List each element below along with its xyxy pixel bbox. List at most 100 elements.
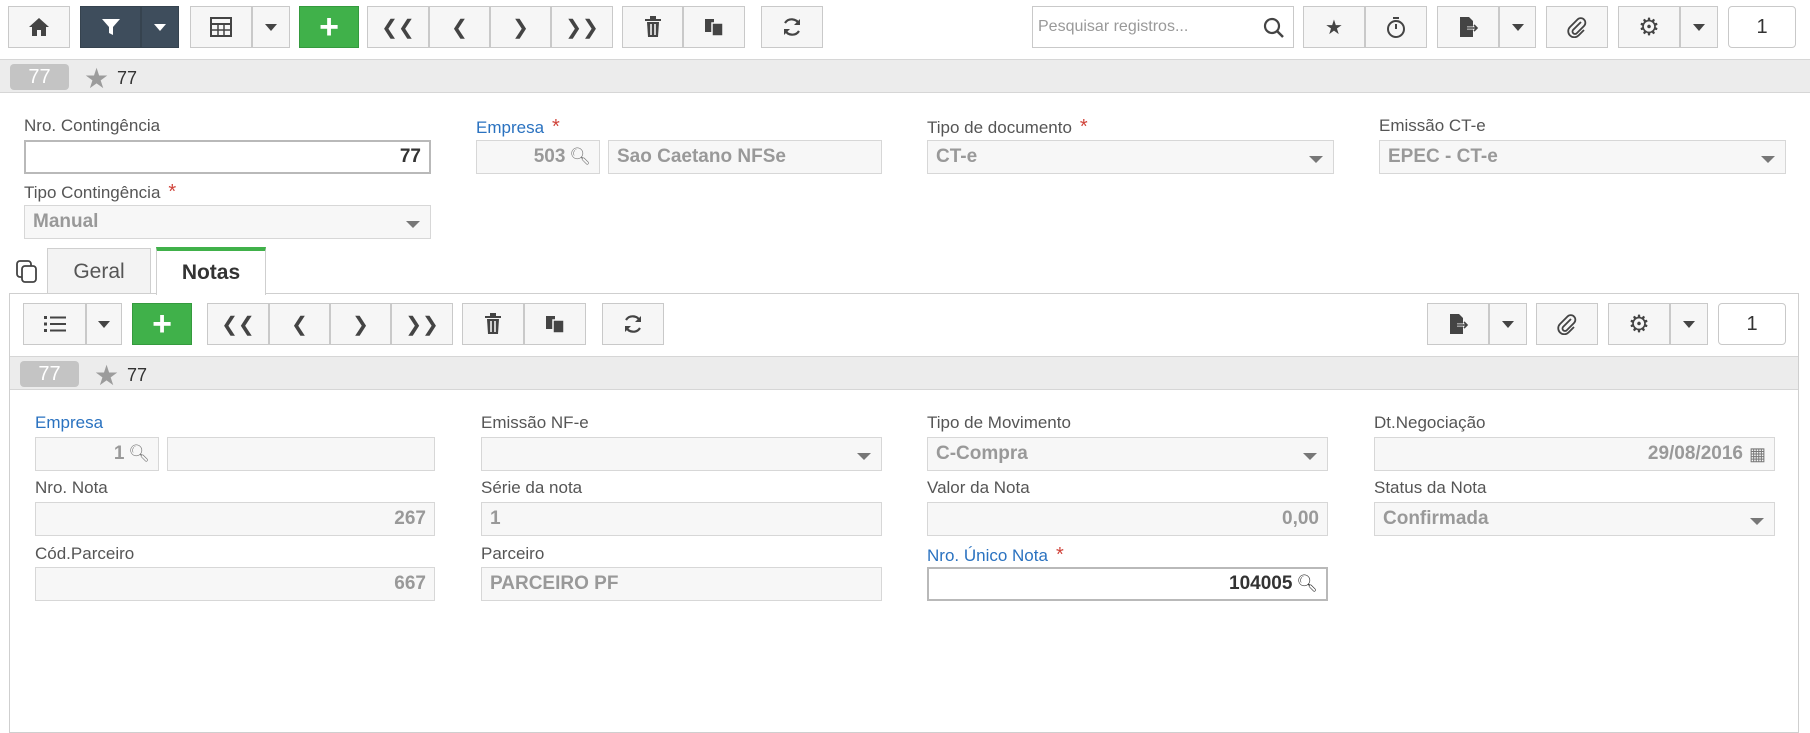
empresa-name-field: Sao Caetano NFSe bbox=[608, 140, 882, 174]
sub-previous-record-button[interactable]: ❮ bbox=[269, 303, 330, 345]
copy-icon bbox=[705, 19, 724, 37]
delete-button[interactable] bbox=[622, 6, 683, 48]
tab-notas[interactable]: Notas bbox=[156, 247, 266, 295]
sub-settings-button[interactable]: ⚙ bbox=[1608, 303, 1670, 345]
notas-empresa-name-field bbox=[167, 437, 435, 471]
tipo-documento-select[interactable]: CT-e bbox=[927, 140, 1334, 174]
timer-button[interactable] bbox=[1365, 6, 1427, 48]
cod-parceiro-label: Cód.Parceiro bbox=[35, 544, 135, 563]
serie-nota-input[interactable]: 1 bbox=[481, 502, 882, 536]
sub-duplicate-button[interactable] bbox=[524, 303, 586, 345]
notas-empresa-code-input[interactable]: 1 🔍︎ bbox=[35, 437, 159, 471]
search-input[interactable]: Pesquisar registros... bbox=[1032, 6, 1294, 48]
paperclip-icon bbox=[1557, 314, 1577, 335]
home-button[interactable] bbox=[8, 6, 70, 48]
attachment-button[interactable] bbox=[1546, 6, 1608, 48]
next-record-button[interactable]: ❯ bbox=[490, 6, 551, 48]
plus-icon: + bbox=[319, 7, 339, 46]
sub-settings-dropdown-button[interactable] bbox=[1670, 303, 1708, 345]
valor-nota-input[interactable]: 0,00 bbox=[927, 502, 1328, 536]
sub-last-record-button[interactable]: ❯❯ bbox=[391, 303, 453, 345]
favorite-button[interactable]: ★ bbox=[1303, 6, 1365, 48]
tab-geral[interactable]: Geral bbox=[47, 248, 151, 294]
sub-attachment-button[interactable] bbox=[1536, 303, 1598, 345]
sub-add-button[interactable]: + bbox=[132, 303, 192, 345]
table-icon bbox=[210, 17, 232, 37]
nro-unico-nota-label[interactable]: Nro. Único Nota * bbox=[927, 544, 1064, 567]
grid-view-button[interactable] bbox=[190, 6, 252, 48]
trash-icon bbox=[644, 16, 661, 37]
sub-refresh-button[interactable] bbox=[602, 303, 664, 345]
record-title: 77 bbox=[117, 68, 138, 88]
copy-tabs-icon[interactable] bbox=[16, 260, 38, 284]
emissao-cte-select[interactable]: EPEC - CT-e bbox=[1379, 140, 1786, 174]
nro-contingencia-input[interactable]: 77 bbox=[24, 140, 431, 174]
nro-unico-nota-input[interactable]: 104005 🔍︎ bbox=[927, 567, 1328, 601]
duplicate-button[interactable] bbox=[683, 6, 745, 48]
tipo-documento-label: Tipo de documento * bbox=[927, 116, 1088, 138]
page-number-indicator[interactable]: 1 bbox=[1728, 6, 1796, 48]
previous-record-button[interactable]: ❮ bbox=[429, 6, 490, 48]
favorite-star-icon[interactable]: ★ bbox=[84, 62, 109, 95]
grid-view-dropdown-button[interactable] bbox=[252, 6, 290, 48]
sub-record-title: 77 bbox=[127, 365, 148, 385]
dt-negociacao-input[interactable]: 29/08/2016 ▦ bbox=[1374, 437, 1775, 471]
search-icon[interactable]: 🔍︎ bbox=[569, 147, 591, 167]
parceiro-field: PARCEIRO PF bbox=[481, 567, 882, 601]
refresh-button[interactable] bbox=[761, 6, 823, 48]
search-icon[interactable]: 🔍︎ bbox=[1296, 574, 1318, 594]
sub-delete-button[interactable] bbox=[462, 303, 524, 345]
list-view-dropdown-button[interactable] bbox=[86, 303, 122, 345]
trash-icon bbox=[485, 313, 501, 334]
chevron-right-icon: ❯ bbox=[512, 16, 529, 39]
double-chevron-right-icon: ❯❯ bbox=[565, 16, 599, 39]
copy-icon bbox=[546, 316, 565, 334]
chevron-right-icon: ❯ bbox=[352, 313, 369, 336]
required-marker: * bbox=[168, 181, 177, 203]
filter-button[interactable] bbox=[80, 6, 141, 48]
calendar-icon[interactable]: ▦ bbox=[1749, 444, 1766, 465]
tipo-contingencia-select[interactable]: Manual bbox=[24, 205, 431, 239]
favorite-star-icon[interactable]: ★ bbox=[94, 359, 119, 392]
double-chevron-right-icon: ❯❯ bbox=[405, 313, 439, 336]
sub-page-number-indicator[interactable]: 1 bbox=[1718, 303, 1786, 345]
notas-empresa-label[interactable]: Empresa bbox=[35, 413, 103, 433]
cod-parceiro-input[interactable]: 667 bbox=[35, 567, 435, 601]
search-icon[interactable] bbox=[1263, 17, 1285, 39]
sub-first-record-button[interactable]: ❮❮ bbox=[207, 303, 269, 345]
required-marker: * bbox=[1079, 116, 1088, 138]
empresa-code-input[interactable]: 503 🔍︎ bbox=[476, 140, 600, 174]
status-nota-select[interactable]: Confirmada bbox=[1374, 502, 1775, 536]
filter-dropdown-button[interactable] bbox=[141, 6, 179, 48]
record-header: 77 ★ 77 bbox=[0, 59, 1810, 95]
sub-export-dropdown-button[interactable] bbox=[1489, 303, 1527, 345]
sub-export-button[interactable] bbox=[1427, 303, 1489, 345]
last-record-button[interactable]: ❯❯ bbox=[551, 6, 613, 48]
nro-nota-input[interactable]: 267 bbox=[35, 502, 435, 536]
export-dropdown-button[interactable] bbox=[1499, 6, 1536, 48]
list-view-button[interactable] bbox=[23, 303, 86, 345]
search-icon[interactable]: 🔍︎ bbox=[128, 444, 150, 464]
empresa-label[interactable]: Empresa * bbox=[476, 116, 560, 139]
emissao-nfe-select[interactable] bbox=[481, 437, 882, 471]
stopwatch-icon bbox=[1387, 17, 1405, 38]
chevron-left-icon: ❮ bbox=[451, 16, 468, 39]
settings-button[interactable]: ⚙ bbox=[1618, 6, 1680, 48]
refresh-icon bbox=[625, 315, 641, 333]
export-icon bbox=[1450, 314, 1469, 334]
home-icon bbox=[29, 18, 49, 36]
gear-icon: ⚙ bbox=[1638, 13, 1660, 41]
first-record-button[interactable]: ❮❮ bbox=[367, 6, 429, 48]
add-button[interactable]: + bbox=[299, 6, 359, 48]
gear-icon: ⚙ bbox=[1628, 310, 1650, 338]
sub-record-id-badge: 77 bbox=[20, 361, 79, 387]
settings-dropdown-button[interactable] bbox=[1680, 6, 1718, 48]
dt-negociacao-label: Dt.Negociação bbox=[1374, 413, 1486, 432]
sub-next-record-button[interactable]: ❯ bbox=[330, 303, 391, 345]
required-marker: * bbox=[1055, 544, 1064, 566]
nro-contingencia-label: Nro. Contingência bbox=[24, 116, 161, 135]
refresh-icon bbox=[784, 18, 800, 36]
emissao-nfe-label: Emissão NF-e bbox=[481, 413, 589, 432]
export-button[interactable] bbox=[1437, 6, 1499, 48]
tipo-movimento-select[interactable]: C-Compra bbox=[927, 437, 1328, 471]
